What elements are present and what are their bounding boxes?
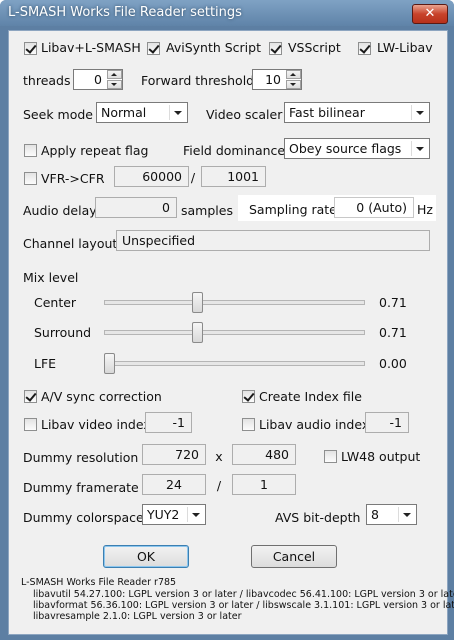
sampling-rate-label: Sampling rate	[249, 202, 337, 217]
chevron-down-icon	[187, 507, 203, 522]
lw48-label: LW48 output	[341, 449, 421, 464]
dummy-framerate-num-field[interactable]: 24	[142, 474, 206, 495]
ok-button[interactable]: OK	[103, 545, 189, 568]
seek-mode-select[interactable]: Normal	[96, 102, 188, 123]
lfe-slider-track[interactable]	[104, 361, 365, 366]
surround-slider-track[interactable]	[104, 330, 365, 335]
libav-lsmash-checkbox[interactable]	[24, 42, 37, 55]
dummy-width-field[interactable]: 720	[142, 444, 206, 465]
av-sync-label: A/V sync correction	[41, 389, 162, 404]
video-scaler-label: Video scaler	[206, 107, 283, 122]
dummy-framerate-separator: /	[216, 478, 222, 493]
chevron-down-icon	[169, 105, 185, 120]
center-label: Center	[34, 295, 77, 310]
audio-delay-unit: samples	[181, 203, 233, 218]
surround-label: Surround	[34, 325, 92, 340]
avisynth-checkbox[interactable]	[147, 42, 160, 55]
threads-label: threads	[23, 73, 71, 88]
library-line-3: libavresample 2.1.0: LGPL version 3 or l…	[33, 611, 242, 622]
close-button[interactable]: ✕	[412, 4, 448, 24]
cancel-button[interactable]: Cancel	[251, 545, 337, 568]
dialog-client: Libav+L-SMASH AviSynth Script VSScript L…	[8, 30, 454, 635]
forward-threshold-up-arrow-icon[interactable]	[286, 70, 301, 79]
chevron-down-icon	[411, 141, 427, 156]
library-line-1: libavutil 54.27.100: LGPL version 3 or l…	[33, 589, 454, 600]
chevron-down-icon	[411, 105, 427, 120]
video-scaler-value: Fast bilinear	[289, 105, 365, 120]
dummy-colorspace-value: YUY2	[147, 507, 180, 522]
dummy-height-field[interactable]: 480	[232, 444, 296, 465]
forward-threshold-down-arrow-icon[interactable]	[286, 80, 301, 89]
libav-audio-index-label: Libav audio index	[259, 417, 370, 432]
libav-audio-index-checkbox[interactable]	[242, 418, 255, 431]
dummy-resolution-label: Dummy resolution	[23, 450, 139, 465]
libav-audio-index-field[interactable]: -1	[365, 412, 409, 433]
surround-slider-thumb[interactable]	[192, 322, 204, 343]
vfr-denominator-field[interactable]: 1001	[201, 166, 266, 187]
audio-delay-field[interactable]: 0	[95, 197, 177, 218]
dummy-framerate-label: Dummy framerate	[23, 480, 139, 495]
seek-mode-label: Seek mode	[23, 107, 93, 122]
channel-layout-field[interactable]: Unspecified	[116, 230, 430, 251]
avs-bit-depth-label: AVS bit-depth	[275, 510, 361, 525]
center-slider-thumb[interactable]	[192, 292, 204, 313]
lfe-label: LFE	[34, 356, 57, 371]
avisynth-label: AviSynth Script	[166, 40, 261, 55]
audio-delay-label: Audio delay	[23, 203, 97, 218]
threads-spinner[interactable]: 0	[73, 69, 123, 90]
forward-threshold-spinner[interactable]: 10	[252, 69, 302, 90]
create-index-label: Create Index file	[259, 389, 362, 404]
field-dominance-label: Field dominance	[183, 143, 286, 158]
threads-value: 0	[94, 72, 102, 87]
vsscript-checkbox[interactable]	[269, 42, 282, 55]
lw48-checkbox[interactable]	[324, 450, 337, 463]
lwlibav-label: LW-Libav	[377, 40, 433, 55]
video-scaler-select[interactable]: Fast bilinear	[284, 102, 430, 123]
mix-level-label: Mix level	[23, 270, 79, 285]
vfr-numerator-field[interactable]: 60000	[114, 166, 189, 187]
center-slider-track[interactable]	[104, 300, 365, 305]
dummy-colorspace-label: Dummy colorspace	[23, 510, 144, 525]
create-index-checkbox[interactable]	[242, 390, 255, 403]
dummy-colorspace-select[interactable]: YUY2	[142, 504, 206, 525]
channel-layout-label: Channel layout	[23, 236, 118, 251]
vfr-cfr-label: VFR->CFR	[41, 171, 105, 186]
avs-bit-depth-select[interactable]: 8	[366, 504, 417, 525]
dialog-window: L-SMASH Works File Reader settings ✕ Lib…	[0, 0, 454, 640]
libav-video-index-label: Libav video index	[41, 417, 151, 432]
vfr-separator: /	[190, 170, 196, 185]
title-bar[interactable]: L-SMASH Works File Reader settings ✕	[0, 0, 454, 26]
vfr-cfr-checkbox[interactable]	[24, 172, 37, 185]
field-dominance-select[interactable]: Obey source flags	[284, 138, 430, 159]
chevron-down-icon	[398, 507, 414, 522]
sampling-rate-unit: Hz	[417, 202, 433, 217]
libav-lsmash-label: Libav+L-SMASH	[41, 40, 141, 55]
center-value: 0.71	[379, 295, 407, 310]
library-line-2: libavformat 56.36.100: LGPL version 3 or…	[33, 600, 454, 611]
window-title: L-SMASH Works File Reader settings	[8, 5, 242, 20]
repeat-flag-label: Apply repeat flag	[41, 143, 149, 158]
threads-down-arrow-icon[interactable]	[107, 80, 122, 89]
forward-threshold-label: Forward threshold	[141, 73, 255, 88]
avs-bit-depth-value: 8	[371, 507, 379, 522]
libav-video-index-checkbox[interactable]	[24, 418, 37, 431]
lfe-value: 0.00	[379, 356, 407, 371]
repeat-flag-checkbox[interactable]	[24, 144, 37, 157]
version-heading: L-SMASH Works File Reader r785	[21, 577, 177, 588]
av-sync-checkbox[interactable]	[24, 390, 37, 403]
seek-mode-value: Normal	[101, 105, 147, 120]
dummy-resolution-separator: x	[215, 449, 223, 464]
dummy-framerate-den-field[interactable]: 1	[232, 474, 296, 495]
field-dominance-value: Obey source flags	[289, 141, 402, 156]
lwlibav-checkbox[interactable]	[358, 42, 371, 55]
forward-threshold-value: 10	[265, 72, 281, 87]
sampling-rate-field[interactable]: 0 (Auto)	[334, 197, 414, 218]
threads-up-arrow-icon[interactable]	[107, 70, 122, 79]
surround-value: 0.71	[379, 325, 407, 340]
libav-video-index-field[interactable]: -1	[145, 412, 192, 433]
vsscript-label: VSScript	[288, 40, 341, 55]
lfe-slider-thumb[interactable]	[104, 353, 115, 374]
